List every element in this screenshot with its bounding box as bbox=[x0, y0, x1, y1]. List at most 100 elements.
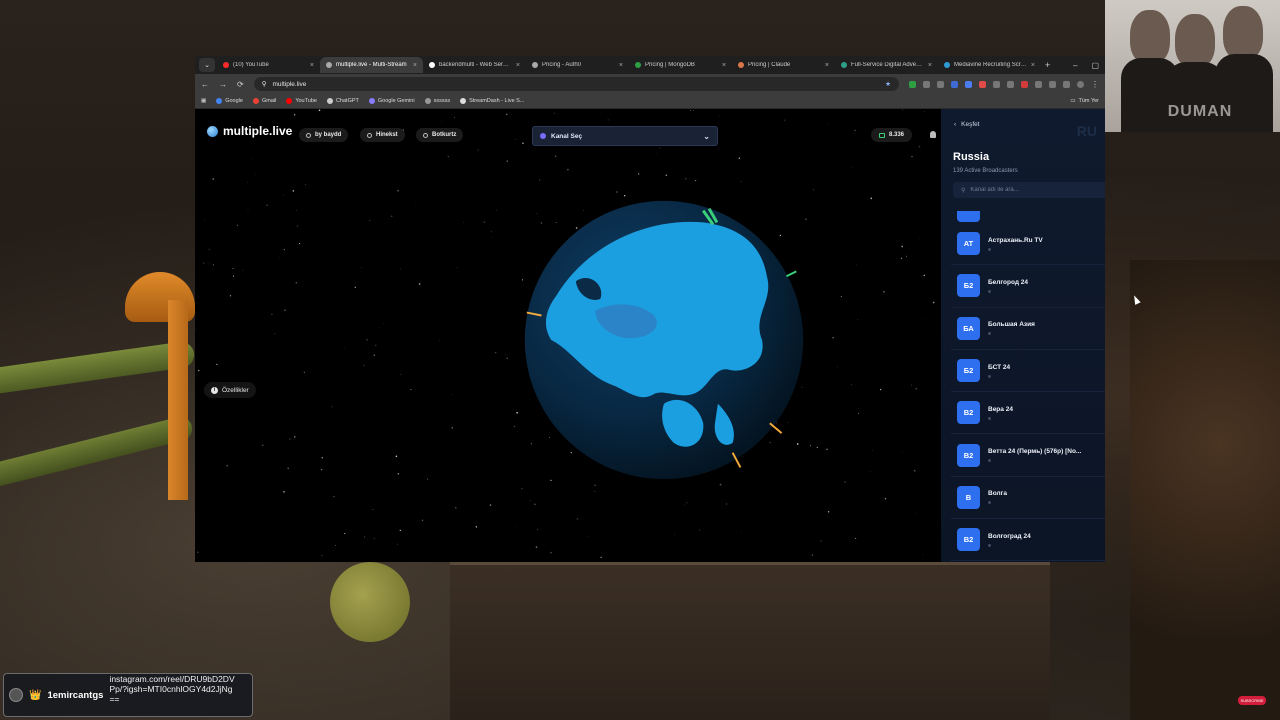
star bbox=[505, 354, 506, 355]
minimize-icon[interactable]: – bbox=[1073, 61, 1077, 70]
bookmark-list: Google Gmail YouTube ChatGPT Google Gemini ss… bbox=[216, 98, 524, 104]
channel-list-item[interactable]: В2Вера 24▶ bbox=[951, 392, 1105, 435]
bell-icon[interactable] bbox=[930, 131, 936, 138]
star bbox=[513, 425, 516, 428]
extension-icon[interactable] bbox=[1035, 80, 1042, 88]
channel-list-item[interactable]: В2Волгоград 24▶ bbox=[951, 519, 1105, 562]
bookmark-item[interactable]: Google Gemini bbox=[368, 98, 415, 104]
browser-tab[interactable]: multiple.live - Multi-Stream × bbox=[320, 57, 423, 73]
menu-icon[interactable]: ⋮ bbox=[1091, 80, 1099, 89]
star bbox=[576, 518, 579, 520]
star bbox=[247, 209, 249, 210]
bamboo-pipe bbox=[0, 414, 195, 490]
channel-name: Ветта 24 (Пермь) (576p) [No... bbox=[988, 448, 1082, 456]
nav-pill-botkurtz[interactable]: Botkurtz bbox=[416, 128, 464, 142]
channel-list-item[interactable]: Б2БСТ 24▶ bbox=[951, 350, 1105, 393]
nav-pill-hinekst[interactable]: Hinekst bbox=[360, 128, 405, 142]
close-icon[interactable]: × bbox=[310, 62, 314, 69]
extension-icon[interactable] bbox=[937, 80, 944, 88]
close-icon[interactable]: × bbox=[722, 62, 726, 69]
star bbox=[638, 173, 640, 175]
site-logo[interactable]: multiple.live bbox=[207, 124, 292, 138]
extension-icon[interactable] bbox=[993, 80, 1000, 88]
browser-tab[interactable]: Pricing - Auth0 × bbox=[526, 57, 629, 73]
apps-grid-icon[interactable]: ▦ bbox=[201, 98, 206, 104]
channel-list-item[interactable]: В2Ветта 24 (Пермь) (576p) [No...▶ bbox=[951, 434, 1105, 477]
extensions-puzzle-icon[interactable] bbox=[1063, 80, 1070, 88]
channel-select-dropdown[interactable]: Kanal Seç ⌄ bbox=[532, 126, 718, 146]
forward-icon[interactable]: → bbox=[219, 80, 227, 89]
back-icon[interactable]: ← bbox=[201, 80, 209, 89]
star bbox=[489, 504, 492, 506]
star bbox=[850, 167, 852, 168]
browser-tab[interactable]: Pricing | MongoDB × bbox=[629, 57, 732, 73]
browser-tab[interactable]: Full-Service Digital Advertising × bbox=[835, 57, 938, 73]
bookmark-item[interactable]: ChatGPT bbox=[326, 98, 359, 104]
browser-tab[interactable]: (10) YouTube × bbox=[217, 57, 320, 73]
bookmark-star-icon[interactable]: ★ bbox=[885, 80, 891, 88]
star bbox=[197, 551, 199, 553]
wooden-box bbox=[450, 562, 1050, 720]
profile-icon[interactable] bbox=[1077, 80, 1084, 88]
extension-icon[interactable] bbox=[965, 80, 972, 88]
channel-search-input[interactable] bbox=[970, 187, 1101, 193]
nav-pill-baydd[interactable]: by baydd bbox=[299, 128, 349, 142]
star bbox=[289, 438, 291, 440]
interactive-globe[interactable] bbox=[517, 193, 811, 487]
extension-icon[interactable] bbox=[909, 80, 916, 88]
viewer-count: 8.336 bbox=[871, 128, 913, 142]
site-info-icon[interactable]: ⚲ bbox=[262, 80, 267, 88]
chat-message-overlay: 👑 1emircantgs instagram.com/reel/DRU9bD2… bbox=[3, 673, 253, 717]
extension-icon[interactable] bbox=[923, 80, 930, 88]
star bbox=[383, 323, 385, 325]
close-icon[interactable]: × bbox=[928, 62, 932, 69]
extension-icon[interactable] bbox=[1021, 80, 1028, 88]
close-icon[interactable]: × bbox=[825, 62, 829, 69]
star bbox=[913, 469, 916, 472]
info-icon: i bbox=[211, 386, 218, 394]
star bbox=[811, 554, 814, 556]
bookmark-item[interactable]: Google bbox=[216, 98, 243, 104]
all-bookmarks-folder[interactable]: ▭ Tüm Yer bbox=[1070, 98, 1099, 104]
bookmark-favicon-icon bbox=[424, 98, 431, 104]
bookmark-item[interactable]: StreamDash - Live S... bbox=[460, 98, 524, 104]
channel-list-item[interactable]: Б2Белгород 24▶ bbox=[951, 265, 1105, 308]
browser-tab[interactable]: Pricing | Claude × bbox=[732, 57, 835, 73]
extension-icon[interactable] bbox=[1049, 80, 1056, 88]
maximize-icon[interactable]: ▢ bbox=[1091, 61, 1099, 70]
channel-search[interactable]: ⚲ bbox=[953, 182, 1105, 198]
close-icon[interactable]: × bbox=[413, 62, 417, 69]
extension-icons: ⋮ bbox=[909, 80, 1099, 89]
star bbox=[923, 274, 925, 277]
channel-list-item[interactable]: ВВолга▶ bbox=[951, 477, 1105, 520]
browser-tab[interactable]: Mediavine Recruiting Screen × bbox=[938, 57, 1041, 73]
star bbox=[195, 329, 196, 331]
extension-icon[interactable] bbox=[1007, 80, 1014, 88]
star bbox=[483, 221, 485, 223]
address-bar[interactable]: ⚲ multiple.live ★ bbox=[253, 77, 899, 91]
star bbox=[915, 513, 917, 515]
star bbox=[321, 554, 323, 557]
new-tab-button[interactable]: + bbox=[1045, 60, 1050, 70]
tab-search-icon[interactable]: ⌄ bbox=[199, 58, 215, 72]
reload-icon[interactable]: ⟳ bbox=[237, 80, 244, 89]
close-icon[interactable]: × bbox=[619, 62, 623, 69]
explore-back-link[interactable]: ‹ Keşfet bbox=[954, 121, 980, 128]
star bbox=[305, 184, 306, 186]
extension-icon[interactable] bbox=[979, 80, 986, 88]
broadcaster-marker[interactable] bbox=[786, 270, 797, 278]
extension-icon[interactable] bbox=[951, 80, 958, 88]
channel-info: Волга bbox=[988, 490, 1102, 505]
bookmark-item[interactable]: ssssss bbox=[424, 98, 450, 104]
chevron-down-icon: ⌄ bbox=[703, 131, 710, 141]
channel-list-item[interactable]: ATАстрахань.Ru TV▶ bbox=[951, 223, 1105, 266]
features-button[interactable]: i Özellikler bbox=[204, 382, 256, 398]
star bbox=[287, 467, 290, 470]
close-icon[interactable]: × bbox=[1031, 62, 1035, 69]
star bbox=[216, 363, 218, 366]
bookmark-item[interactable]: Gmail bbox=[252, 98, 276, 104]
channel-list-item[interactable]: БАБольшая Азия▶ bbox=[951, 308, 1105, 350]
close-icon[interactable]: × bbox=[516, 62, 520, 69]
bookmark-item[interactable]: YouTube bbox=[286, 98, 317, 104]
browser-tab[interactable]: backendmulti - Web Service × bbox=[423, 57, 526, 73]
